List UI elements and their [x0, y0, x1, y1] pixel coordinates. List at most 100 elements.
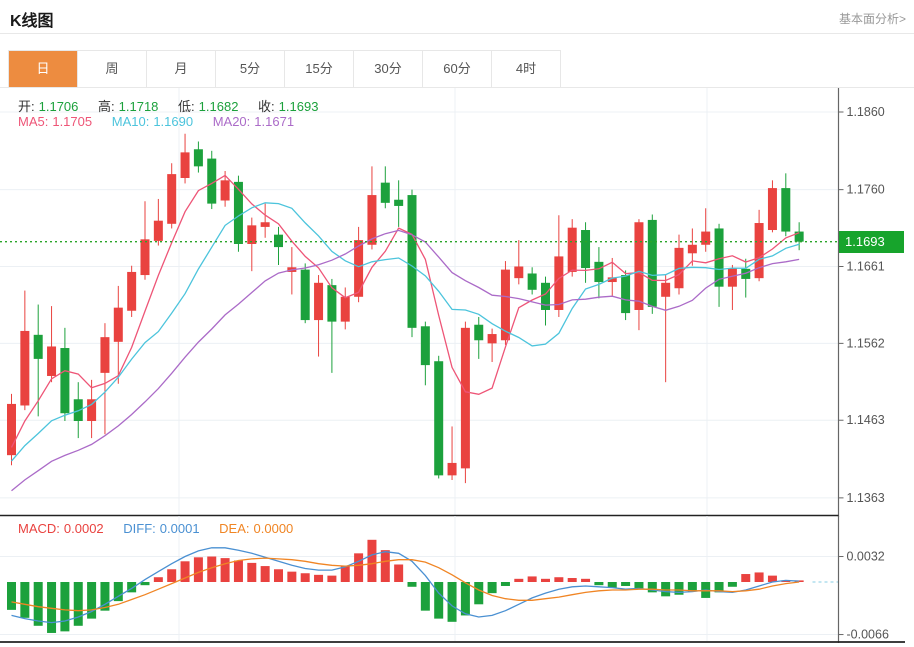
high-value: 1.1718 [119, 99, 159, 114]
fundamental-analysis-link[interactable]: 基本面分析> [839, 10, 906, 27]
macd-bar [594, 582, 603, 585]
candle-body [634, 222, 643, 310]
main-candlestick-chart[interactable]: 1.18601.17601.16611.15621.14631.1363 [0, 88, 914, 517]
macd-tick-label: -0.0066 [847, 628, 889, 642]
candle-body [141, 239, 150, 275]
candle-body [408, 195, 417, 328]
macd-bar [221, 558, 230, 582]
tab-5分[interactable]: 5分 [216, 51, 285, 87]
ma5-line [12, 175, 800, 447]
macd-bar [327, 576, 336, 582]
macd-bar [568, 578, 577, 582]
macd-bar [234, 561, 243, 582]
candle-body [181, 152, 190, 178]
candle-body [381, 183, 390, 203]
current-price-badge: 1.1693 [839, 231, 904, 253]
candle-body [434, 361, 443, 475]
macd-bar [394, 564, 403, 582]
candle-body [20, 331, 29, 406]
candle-body [87, 399, 96, 421]
ma-legend: MA5:1.1705 MA10:1.1690 MA20:1.1671 [18, 114, 298, 129]
macd-bar [608, 582, 617, 588]
candle-body [688, 245, 697, 254]
macd-bar [488, 582, 497, 593]
candle-body [514, 267, 523, 279]
macd-bar [194, 557, 203, 582]
macd-bar [421, 582, 430, 611]
macd-bar [448, 582, 457, 622]
tab-4时[interactable]: 4时 [492, 51, 561, 87]
candle-body [528, 273, 537, 289]
candle-body [554, 256, 563, 310]
kline-app: K线图 基本面分析> 日周月5分15分30分60分4时 开:1.1706 高:1… [0, 0, 914, 647]
low-label: 低: [178, 99, 195, 114]
macd-bar [434, 582, 443, 619]
price-tick-label: 1.1463 [847, 413, 885, 427]
price-tick-label: 1.1860 [847, 105, 885, 119]
candle-body [7, 404, 16, 455]
tab-周[interactable]: 周 [78, 51, 147, 87]
candle-body [488, 334, 497, 343]
macd-bar [381, 550, 390, 582]
ohlc-legend: 开:1.1706 高:1.1718 低:1.1682 收:1.1693 [18, 96, 322, 115]
macd-bar [408, 582, 417, 587]
candle-body [221, 180, 230, 200]
macd-bar [20, 582, 29, 618]
candle-body [701, 232, 710, 245]
macd-bar [7, 582, 16, 610]
candle-body [34, 335, 43, 359]
ma10-value: 1.1690 [153, 114, 193, 129]
macd-bar [314, 575, 323, 582]
close-label: 收: [258, 99, 275, 114]
candle-body [755, 223, 764, 278]
candle-body [274, 235, 283, 247]
candle-body [594, 262, 603, 282]
close-value: 1.1693 [279, 99, 319, 114]
page-title: K线图 [10, 7, 54, 31]
ma20-value: 1.1671 [254, 114, 294, 129]
macd-bar [541, 579, 550, 582]
candle-body [448, 463, 457, 475]
open-label: 开: [18, 99, 35, 114]
diff-label: DIFF: [123, 521, 156, 536]
ma5-label: MA5: [18, 114, 48, 129]
candle-body [581, 230, 590, 268]
macd-bar [621, 582, 630, 586]
open-value: 1.1706 [39, 99, 79, 114]
candle-body [100, 337, 109, 373]
macd-bar [501, 582, 510, 586]
macd-bar [728, 582, 737, 587]
macd-bar [301, 573, 310, 582]
price-tick-label: 1.1562 [847, 336, 885, 350]
macd-bar [581, 579, 590, 582]
tab-日[interactable]: 日 [9, 51, 78, 87]
candle-body [394, 200, 403, 206]
macd-bar [287, 572, 296, 582]
ma5-value: 1.1705 [52, 114, 92, 129]
header: K线图 基本面分析> [0, 0, 914, 34]
macd-bar [741, 574, 750, 582]
diff-value: 0.0001 [160, 521, 200, 536]
macd-bar [354, 553, 363, 582]
macd-bar [74, 582, 83, 626]
macd-bar [474, 582, 483, 604]
candle-body [47, 346, 56, 376]
candle-body [314, 283, 323, 320]
macd-bar [274, 569, 283, 582]
tab-15分[interactable]: 15分 [285, 51, 354, 87]
macd-bar [341, 566, 350, 582]
price-tick-label: 1.1760 [847, 183, 885, 197]
macd-value: 0.0002 [64, 521, 104, 536]
candle-body [301, 270, 310, 320]
candle-body [461, 328, 470, 469]
tab-30分[interactable]: 30分 [354, 51, 423, 87]
macd-bar [60, 582, 69, 631]
ma20-label: MA20: [213, 114, 251, 129]
tab-60分[interactable]: 60分 [423, 51, 492, 87]
macd-bar [34, 582, 43, 626]
candle-body [60, 348, 69, 413]
price-tick-label: 1.1661 [847, 260, 885, 274]
tab-月[interactable]: 月 [147, 51, 216, 87]
candle-body [127, 272, 136, 311]
candle-body [167, 174, 176, 224]
